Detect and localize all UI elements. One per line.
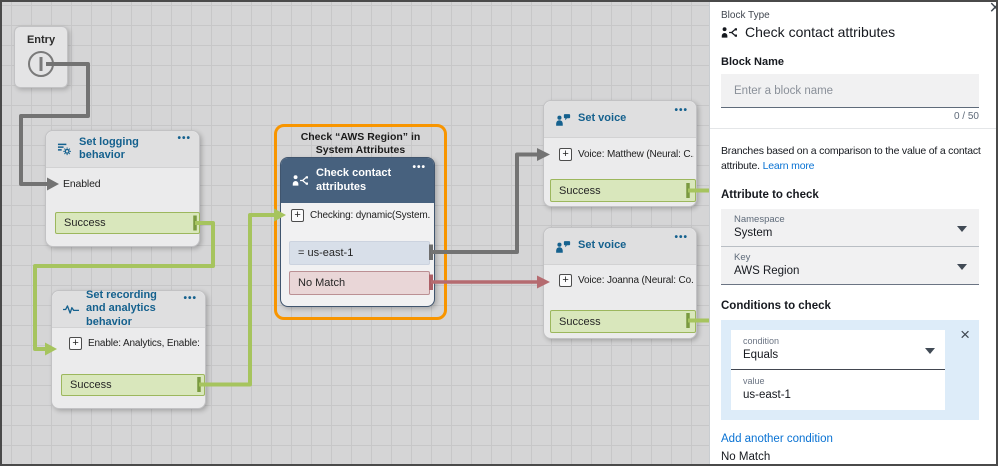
block-menu-button[interactable]: •••	[674, 232, 688, 243]
block-set-recording-behavior[interactable]: Set recording and analytics behavior •••…	[51, 290, 206, 409]
voice-parameters[interactable]: + Voice: Joanna (Neural: Co...	[559, 274, 694, 287]
success-endpoint[interactable]: Success	[550, 310, 696, 333]
expand-plus-icon[interactable]: +	[291, 209, 304, 222]
recording-parameters[interactable]: + Enable: Analytics, Enable: ...	[69, 337, 202, 350]
block-title: Set recording and analytics behavior	[86, 289, 179, 329]
namespace-label: Namespace	[734, 214, 949, 225]
attribute-section-header: Attribute to check	[721, 189, 979, 201]
success-endpoint[interactable]: Success	[55, 212, 200, 234]
expand-plus-icon[interactable]: +	[559, 148, 572, 161]
check-parameters[interactable]: + Checking: dynamic(System...	[291, 209, 431, 222]
block-name-label: Block Name	[721, 56, 979, 68]
success-endpoint[interactable]: Success	[61, 374, 205, 396]
block-title: Check contact attributes	[316, 167, 408, 193]
block-set-logging-behavior[interactable]: Set logging behavior ••• Enabled Success	[45, 130, 200, 247]
voice-person-icon	[555, 113, 571, 126]
value-label: value	[743, 376, 919, 386]
person-branch-icon	[292, 174, 309, 187]
value-text: us-east-1	[743, 389, 919, 401]
voice-parameters[interactable]: + Voice: Matthew (Neural: C...	[559, 148, 694, 161]
condition-value: Equals	[743, 349, 919, 361]
chevron-down-icon	[957, 264, 967, 270]
learn-more-link[interactable]: Learn more	[763, 160, 815, 172]
equals-branch-endpoint[interactable]: = us-east-1	[289, 241, 430, 265]
entry-output-port[interactable]	[28, 51, 54, 77]
remove-condition-icon[interactable]: ×	[960, 326, 970, 343]
condition-select[interactable]: condition Equals	[731, 330, 945, 370]
block-title: Set logging behavior	[79, 136, 171, 162]
block-header[interactable]: Check contact attributes •••	[281, 158, 434, 203]
namespace-value: System	[734, 227, 949, 239]
close-icon[interactable]: ×	[989, 0, 998, 18]
block-type-label: Block Type	[721, 10, 979, 21]
wire-recording-to-check	[199, 215, 274, 385]
block-menu-button[interactable]: •••	[412, 162, 426, 173]
no-match-label: No Match	[721, 451, 979, 463]
block-header[interactable]: Set voice •••	[544, 228, 696, 265]
block-set-voice-1[interactable]: Set voice ••• + Voice: Matthew (Neural: …	[543, 100, 697, 207]
logging-gear-icon	[57, 142, 72, 156]
block-menu-button[interactable]: •••	[183, 293, 197, 304]
connect-flow-editor: Check “AWS Region” in System Attributes …	[0, 0, 998, 466]
person-branch-icon	[721, 26, 738, 39]
add-condition-link[interactable]: Add another condition	[721, 433, 979, 445]
block-menu-button[interactable]: •••	[674, 105, 688, 116]
entry-block[interactable]: Entry	[14, 26, 68, 88]
block-set-voice-2[interactable]: Set voice ••• + Voice: Joanna (Neural: C…	[543, 227, 697, 339]
block-title: Set voice	[578, 239, 626, 252]
panel-heading: Check contact attributes	[745, 24, 895, 40]
block-header[interactable]: Set logging behavior •••	[46, 131, 199, 168]
block-properties-panel: Block Type × Check contact attributes Bl…	[709, 2, 996, 464]
block-title: Set voice	[578, 112, 626, 125]
char-counter: 0 / 50	[721, 111, 979, 122]
block-description: Branches based on a comparison to the va…	[721, 144, 979, 174]
block-header[interactable]: Set recording and analytics behavior •••	[52, 291, 205, 328]
expand-plus-icon[interactable]: +	[559, 274, 572, 287]
divider	[710, 128, 996, 129]
logging-state-label: Enabled	[63, 178, 195, 190]
chevron-down-icon	[957, 226, 967, 232]
key-select[interactable]: Key AWS Region	[721, 247, 979, 285]
condition-card: × condition Equals value us-east-1	[721, 320, 979, 420]
namespace-select[interactable]: Namespace System	[721, 209, 979, 247]
value-input[interactable]: value us-east-1	[731, 370, 945, 410]
expand-plus-icon[interactable]: +	[69, 337, 82, 350]
success-endpoint[interactable]: Success	[550, 179, 696, 202]
entry-title: Entry	[15, 34, 67, 46]
condition-label: condition	[743, 336, 919, 346]
waveform-icon	[63, 303, 79, 316]
key-label: Key	[734, 252, 949, 263]
key-value: AWS Region	[734, 265, 949, 277]
block-menu-button[interactable]: •••	[177, 133, 191, 144]
voice-person-icon	[555, 240, 571, 253]
no-match-endpoint[interactable]: No Match	[289, 271, 430, 295]
chevron-down-icon	[925, 348, 935, 354]
block-header[interactable]: Set voice •••	[544, 101, 696, 138]
flow-canvas[interactable]: Check “AWS Region” in System Attributes …	[2, 2, 709, 464]
block-name-input[interactable]	[721, 74, 979, 108]
conditions-section-header: Conditions to check	[721, 300, 979, 312]
block-caption: Check “AWS Region” in System Attributes	[277, 131, 444, 157]
block-check-contact-attributes[interactable]: Check contact attributes ••• + Checking:…	[280, 157, 435, 307]
